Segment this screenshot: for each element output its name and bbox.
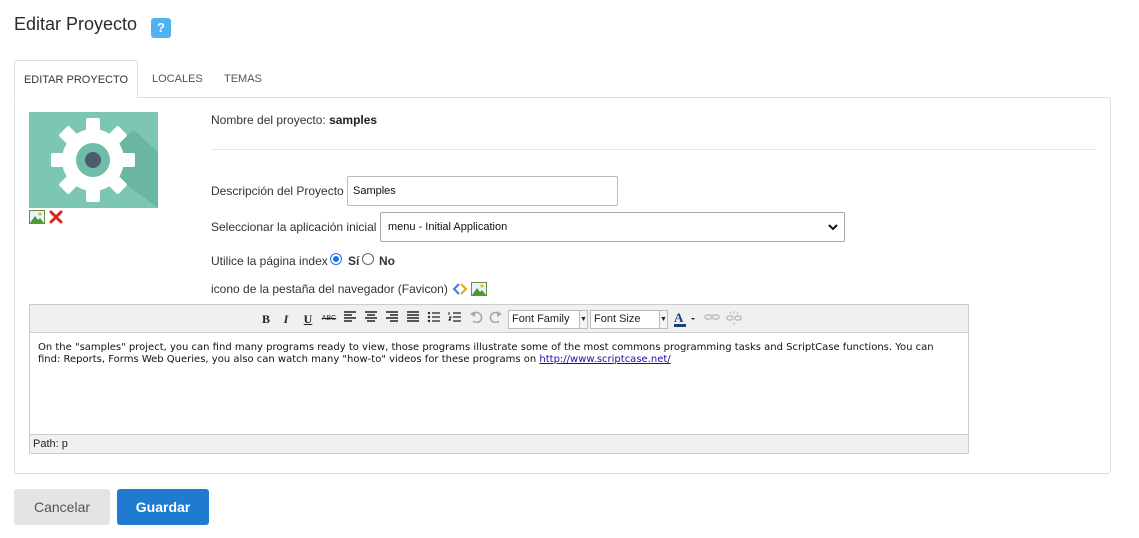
chevron-down-icon [828,213,838,252]
scriptcase-link[interactable]: http://www.scriptcase.net/ [539,354,670,365]
align-left-icon[interactable] [343,311,357,327]
tab-editar-proyecto[interactable]: EDITAR PROYECTO [14,60,138,98]
description-input[interactable]: Samples [347,176,618,206]
unlink-icon[interactable] [726,311,742,327]
image-icon[interactable] [29,210,45,229]
initial-app-select[interactable]: menu - Initial Application [380,212,845,242]
rich-text-editor: B I U ABC Font Family ▼ Font Size ▼ A On… [29,304,969,454]
chevron-down-icon: ▼ [659,311,667,328]
project-image [29,112,158,208]
use-index-no-label: No [379,254,395,268]
font-color-button[interactable]: A [673,310,697,327]
editor-toolbar: B I U ABC Font Family ▼ Font Size ▼ A [30,305,968,333]
initial-app-label: Seleccionar la aplicación inicial [211,220,377,234]
description-label: Descripción del Proyecto [211,184,344,198]
font-size-select[interactable]: Font Size ▼ [590,310,668,329]
tab-temas[interactable]: TEMAS [224,60,262,98]
use-index-label: Utilice la página index [211,254,328,268]
use-index-yes-radio[interactable] [330,253,342,265]
align-justify-icon[interactable] [406,311,420,327]
save-button[interactable]: Guardar [117,489,209,525]
align-center-icon[interactable] [364,311,378,327]
font-size-label: Font Size [594,313,641,325]
editor-text: On the "samples" project, you can find m… [38,342,934,365]
underline-button[interactable]: U [301,311,315,327]
link-icon[interactable] [704,311,720,327]
cancel-button[interactable]: Cancelar [14,489,110,525]
help-icon[interactable]: ? [151,18,171,38]
gear-icon [51,118,158,208]
use-index-yes-label: Sí [348,254,360,268]
undo-icon[interactable] [469,311,483,327]
italic-button[interactable]: I [280,311,292,327]
tab-locales[interactable]: LOCALES [152,60,203,98]
project-name-row: Nombre del proyecto: samples [211,113,377,127]
bold-button[interactable]: B [259,311,273,327]
editor-path: Path: p [30,434,968,453]
code-icon[interactable] [452,281,468,302]
page-title: Editar Proyecto [14,14,138,34]
font-family-select[interactable]: Font Family ▼ [508,310,588,329]
svg-text:A: A [674,311,684,325]
strikethrough-button[interactable]: ABC [320,311,338,327]
editor-content[interactable]: On the "samples" project, you can find m… [38,342,958,366]
favicon-image-icon[interactable] [471,282,487,301]
delete-icon[interactable] [48,209,64,230]
align-right-icon[interactable] [385,311,399,327]
numbered-list-icon[interactable] [448,311,462,327]
font-family-label: Font Family [512,313,570,325]
project-name-label: Nombre del proyecto: [211,113,326,127]
chevron-down-icon: ▼ [579,311,587,328]
redo-icon[interactable] [489,311,503,327]
divider [211,149,1095,150]
favicon-label: icono de la pestaña del navegador (Favic… [211,282,448,296]
project-name-value: samples [329,113,378,127]
bullet-list-icon[interactable] [427,311,441,327]
use-index-no-radio[interactable] [362,253,374,265]
initial-app-value: menu - Initial Application [388,221,508,233]
